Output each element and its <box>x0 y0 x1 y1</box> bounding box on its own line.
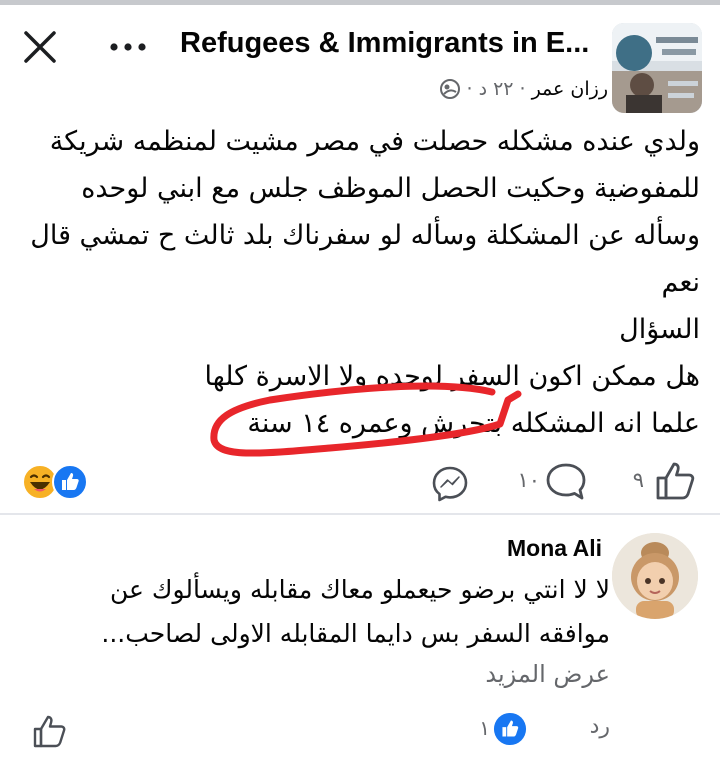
comment-count[interactable]: ١٠ <box>500 468 540 492</box>
post-line: نعم <box>661 267 700 298</box>
post-body: ولدي عنده مشكله حصلت في مصر مشيت لمنظمه … <box>20 118 700 447</box>
post-meta: رزان عمر · ٢٢ د · <box>420 74 608 104</box>
see-more-link[interactable]: عرض المزيد <box>420 660 610 688</box>
post-line: السؤال <box>619 314 700 345</box>
comment-like-icon[interactable] <box>30 712 70 752</box>
comment-line: موافقه السفر بس دايما المقابله الاولى لص… <box>101 619 610 648</box>
commenter-avatar[interactable] <box>612 533 698 619</box>
post-line: للمفوضية وحكيت الحصل الموظف جلس مع ابني … <box>81 173 700 204</box>
group-name[interactable]: Refugees & Immigrants in E... <box>180 27 605 60</box>
post-time[interactable]: ٢٢ د <box>479 78 514 100</box>
comment-line: لا لا انتي برضو حيعملو معاك مقابله ويسأل… <box>110 575 610 604</box>
post-line: هل ممكن اكون السفر لوحده ولا الاسرة كلها <box>204 361 700 392</box>
post-author[interactable]: رزان عمر <box>532 78 608 100</box>
like-count[interactable]: ٩ <box>618 468 644 492</box>
group-avatar[interactable] <box>612 23 702 113</box>
reply-button[interactable]: رد <box>570 714 610 739</box>
commenter-name[interactable]: Mona Ali <box>430 535 602 562</box>
post-header: Refugees & Immigrants in E... <box>0 5 720 113</box>
meta-separator: · <box>466 78 473 100</box>
like-icon[interactable] <box>652 458 700 504</box>
comment-like-count: ١ <box>479 716 490 740</box>
comment-icon[interactable] <box>543 460 589 504</box>
more-icon[interactable] <box>106 31 150 63</box>
like-reaction-icon <box>52 464 88 500</box>
comment-like-reaction-icon <box>493 712 527 746</box>
messenger-share-icon[interactable] <box>430 464 470 504</box>
post-line: ولدي عنده مشكله حصلت في مصر مشيت لمنظمه … <box>49 126 700 157</box>
globe-icon <box>439 78 461 100</box>
close-icon[interactable] <box>18 25 62 69</box>
meta-separator: · <box>519 78 526 100</box>
post-line: علما انه المشكله بتحرش وعمره ١٤ سنة <box>247 408 700 439</box>
reaction-summary[interactable] <box>22 462 92 502</box>
post-line: وسأله عن المشكلة وسأله لو سفرناك بلد ثال… <box>30 220 700 251</box>
comments-divider <box>0 513 720 515</box>
comment-body: لا لا انتي برضو حيعملو معاك مقابله ويسأل… <box>40 568 610 656</box>
